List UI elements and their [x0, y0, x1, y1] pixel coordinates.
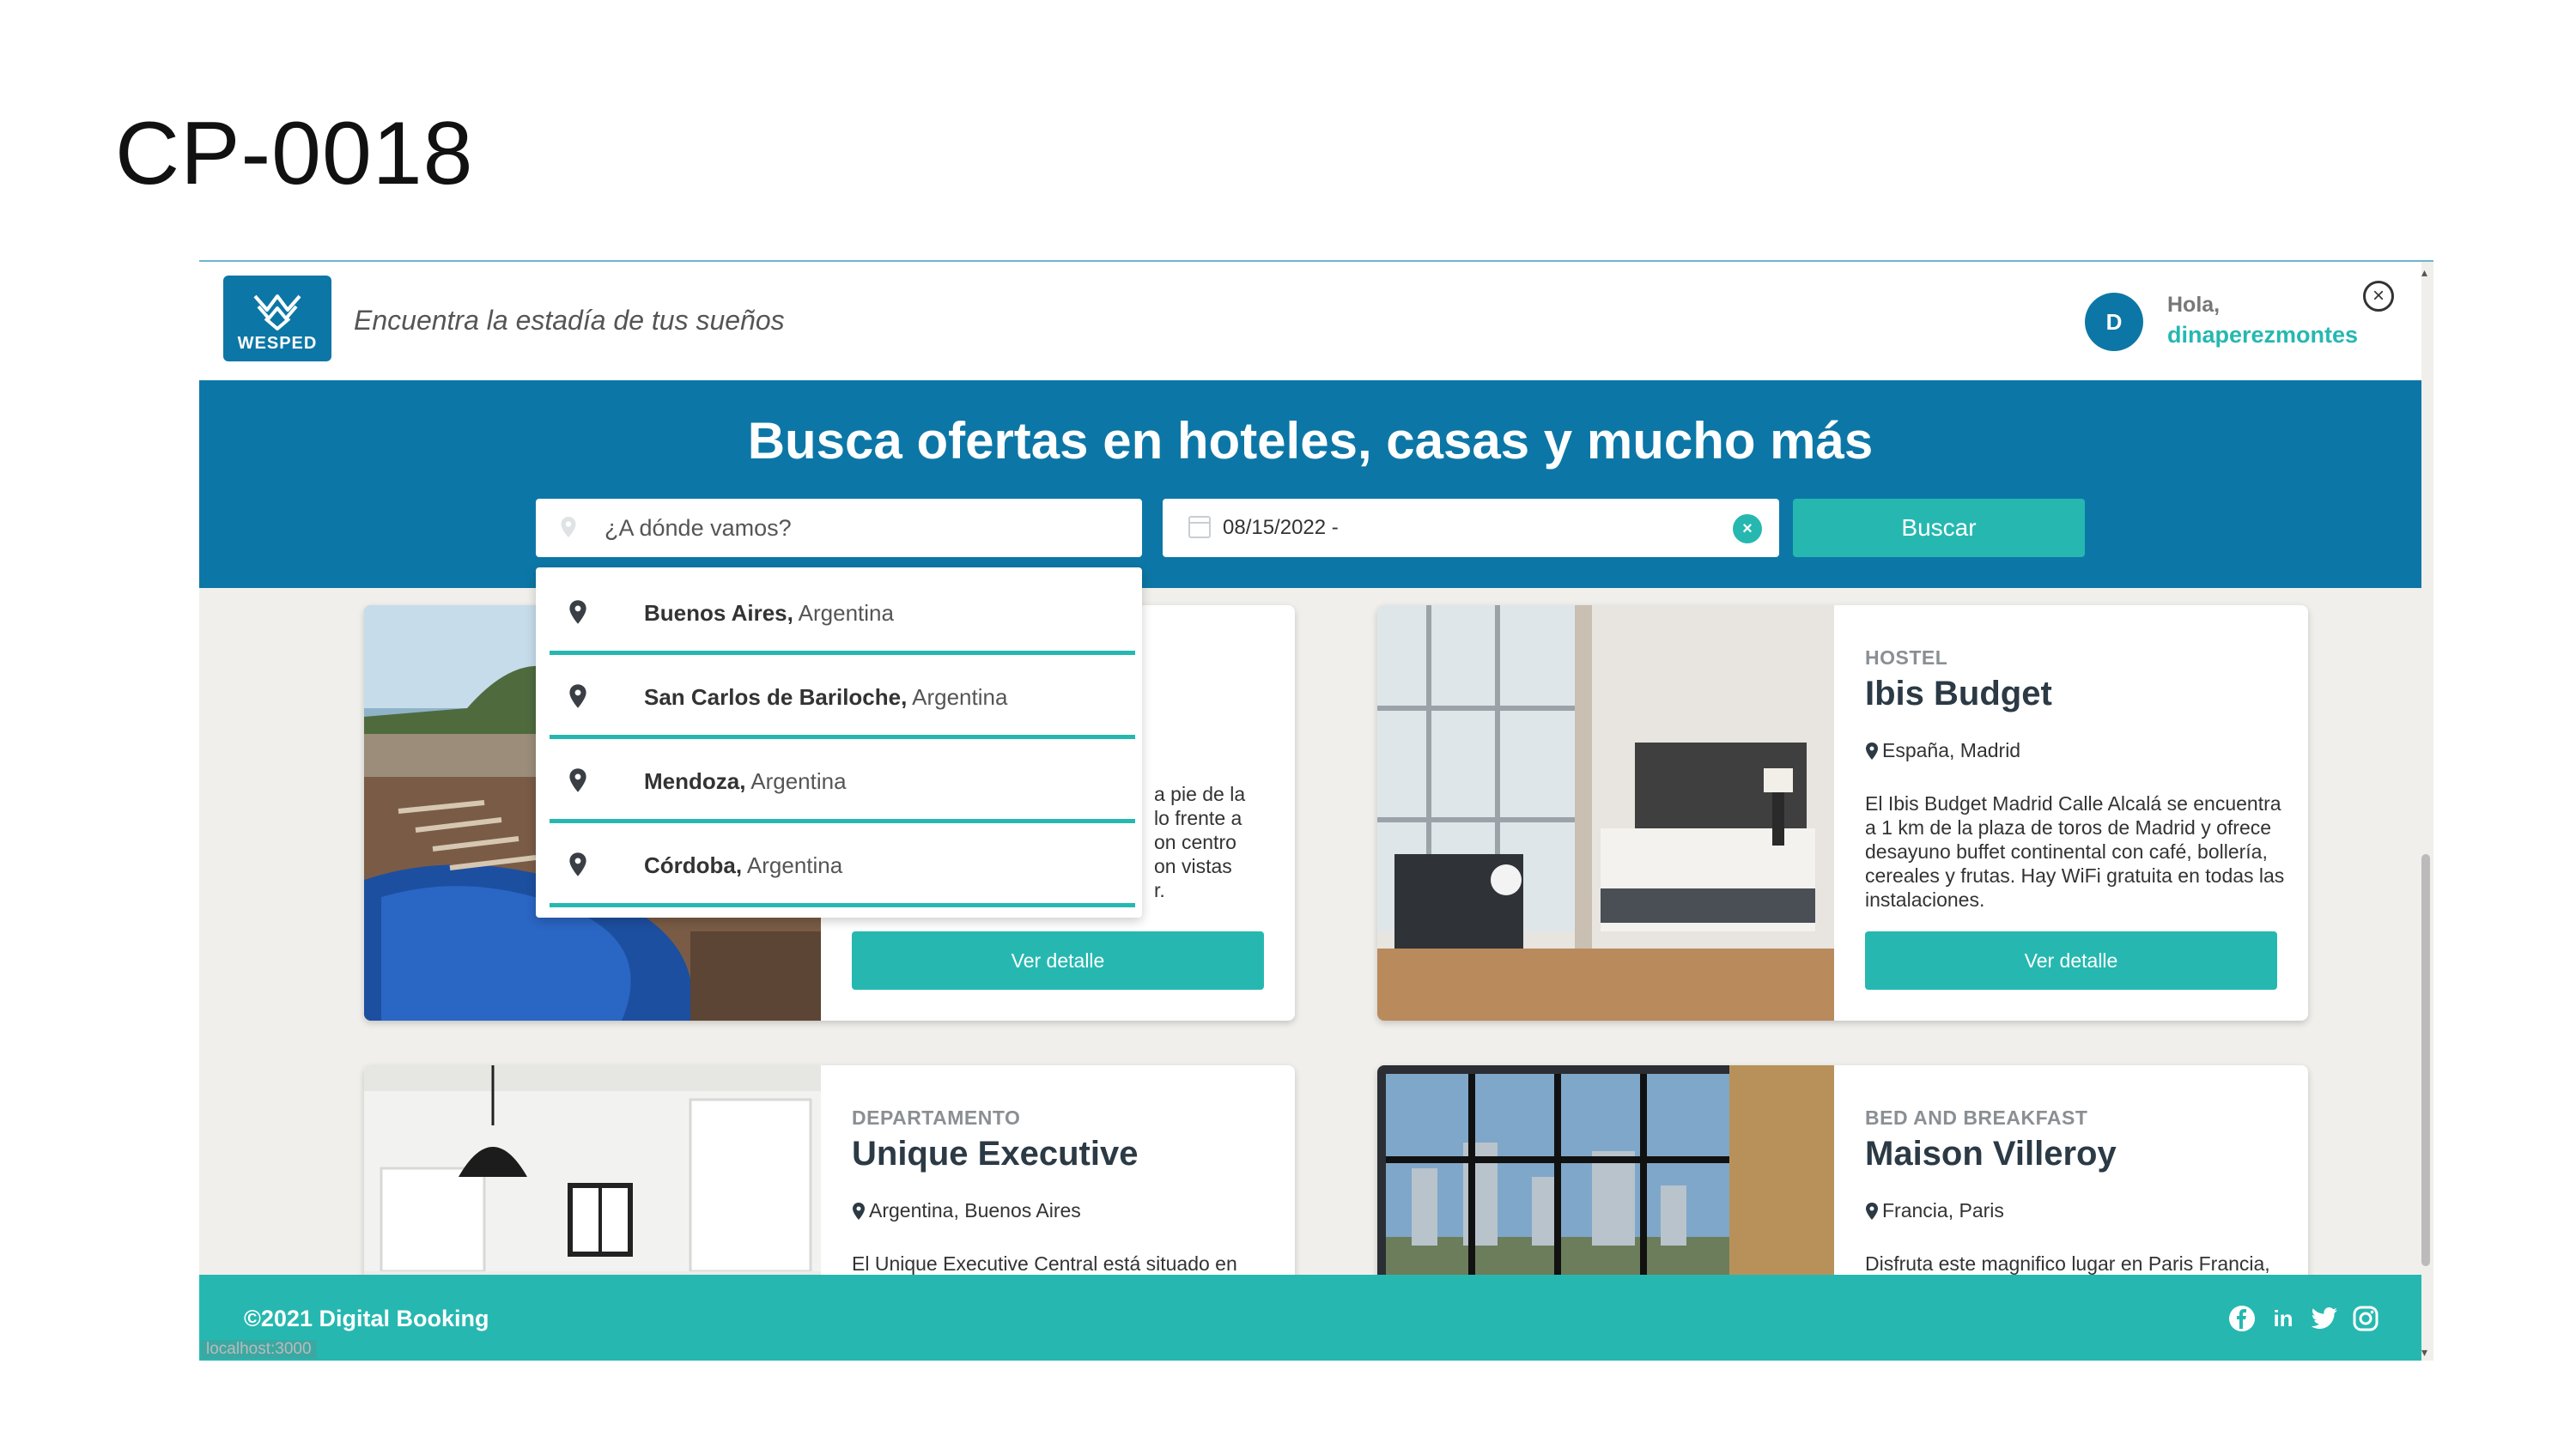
tagline: Encuentra la estadía de tus sueños	[354, 305, 785, 336]
hotel-location: España, Madrid	[1865, 739, 2286, 762]
view-detail-button[interactable]: Ver detalle	[852, 931, 1264, 990]
hotel-info: BED AND BREAKFAST Maison Villeroy Franci…	[1865, 1106, 2286, 1300]
linkedin-icon[interactable]: in	[2269, 1304, 2298, 1333]
brand-logo[interactable]: WESPED	[223, 276, 331, 361]
hero-title: Busca ofertas en hoteles, casas y mucho …	[747, 412, 1874, 470]
footer: ©2021 Digital Booking in	[199, 1275, 2421, 1361]
suggestion-item[interactable]: San Carlos de Bariloche, Argentina	[550, 655, 1135, 739]
scroll-up-arrow-icon[interactable]: ▴	[2421, 265, 2427, 280]
facebook-icon[interactable]	[2227, 1304, 2257, 1333]
suggestion-text: San Carlos de Bariloche, Argentina	[644, 684, 1007, 711]
date-range-picker[interactable]: 08/15/2022 - ×	[1163, 499, 1779, 557]
hotel-category: HOSTEL	[1865, 646, 1948, 669]
suggestion-text: Buenos Aires, Argentina	[644, 600, 894, 627]
suggestion-item[interactable]: Mendoza, Argentina	[550, 739, 1135, 823]
location-pin-icon	[561, 517, 576, 537]
hotel-info: HOSTEL Ibis Budget España, Madrid El Ibi…	[1865, 646, 2286, 912]
hotel-location: Francia, Paris	[1865, 1199, 2286, 1222]
clear-date-button[interactable]: ×	[1733, 514, 1762, 543]
logo-icon	[253, 294, 301, 330]
top-header: WESPED Encuentra la estadía de tus sueño…	[199, 262, 2421, 380]
hotel-photo[interactable]	[1377, 605, 1834, 1021]
suggestion-text: Córdoba, Argentina	[644, 852, 842, 879]
suggestion-country: Argentina	[746, 852, 843, 878]
scroll-down-arrow-icon[interactable]: ▾	[2421, 1345, 2427, 1360]
suggestion-text: Mendoza, Argentina	[644, 768, 847, 795]
location-pin-icon	[1866, 1202, 1878, 1220]
location-pin-icon	[569, 600, 586, 624]
twitter-icon[interactable]	[2310, 1304, 2339, 1333]
suggestion-country: Argentina	[750, 768, 847, 794]
date-value: 08/15/2022 -	[1223, 516, 1339, 539]
hotel-category: BED AND BREAKFAST	[1865, 1106, 2088, 1129]
hotel-location-text: España, Madrid	[1882, 739, 2021, 761]
avatar[interactable]: D	[2085, 293, 2143, 351]
hotel-location: Argentina, Buenos Aires	[852, 1199, 1273, 1222]
username-label: dinaperezmontes	[2167, 322, 2359, 348]
greeting-text: Hola,	[2167, 293, 2221, 317]
suggestion-city: San Carlos de Bariloche,	[644, 684, 908, 710]
suggestion-city: Córdoba,	[644, 852, 743, 878]
hotel-description: El Ibis Budget Madrid Calle Alcalá se en…	[1865, 792, 2285, 911]
view-detail-button[interactable]: Ver detalle	[1865, 931, 2277, 990]
suggestion-item[interactable]: Córdoba, Argentina	[550, 823, 1135, 907]
hotel-name[interactable]: Ibis Budget	[1865, 675, 2286, 713]
hotel-name[interactable]: Maison Villeroy	[1865, 1135, 2286, 1173]
suggestion-city: Mendoza,	[644, 768, 746, 794]
hotel-room-image	[1377, 605, 1834, 1021]
search-hero: Busca ofertas en hoteles, casas y mucho …	[199, 380, 2421, 588]
location-pin-icon	[853, 1202, 865, 1220]
suggestion-country: Argentina	[798, 600, 894, 626]
logo-text: WESPED	[237, 333, 318, 353]
hotel-name[interactable]: Unique Executive	[852, 1135, 1273, 1173]
copyright-text: ©2021 Digital Booking	[244, 1306, 489, 1331]
scrollbar-thumb[interactable]	[2421, 854, 2430, 1266]
hotel-location-text: Francia, Paris	[1882, 1199, 2004, 1222]
destination-search-box[interactable]	[536, 499, 1142, 557]
suggestion-item[interactable]: Buenos Aires, Argentina	[550, 571, 1135, 655]
location-pin-icon	[1866, 742, 1878, 760]
status-bar-url: localhost:3000	[201, 1340, 317, 1359]
location-pin-icon	[569, 768, 586, 792]
logout-close-icon[interactable]: ×	[2363, 281, 2394, 312]
slide-title: CP-0018	[115, 104, 474, 203]
hotel-category: DEPARTAMENTO	[852, 1106, 1021, 1129]
location-pin-icon	[569, 684, 586, 708]
hotel-location-text: Argentina, Buenos Aires	[869, 1199, 1081, 1222]
location-pin-icon	[569, 852, 586, 876]
hotel-card: HOSTEL Ibis Budget España, Madrid El Ibi…	[1377, 605, 2308, 1021]
hotel-info: DEPARTAMENTO Unique Executive Argentina,…	[852, 1106, 1273, 1300]
social-links: in	[2227, 1304, 2380, 1333]
suggestion-country: Argentina	[912, 684, 1008, 710]
suggestion-city: Buenos Aires,	[644, 600, 793, 626]
search-button[interactable]: Buscar	[1793, 499, 2085, 557]
calendar-icon	[1188, 516, 1211, 538]
destination-input[interactable]	[605, 507, 1120, 549]
destination-suggestions-dropdown: Buenos Aires, Argentina San Carlos de Ba…	[536, 567, 1142, 918]
instagram-icon[interactable]	[2351, 1304, 2380, 1333]
hotel-description: a pie de la lo frente a on centro on vis…	[1154, 783, 1246, 901]
browser-viewport: WESPED Encuentra la estadía de tus sueño…	[199, 260, 2433, 1361]
